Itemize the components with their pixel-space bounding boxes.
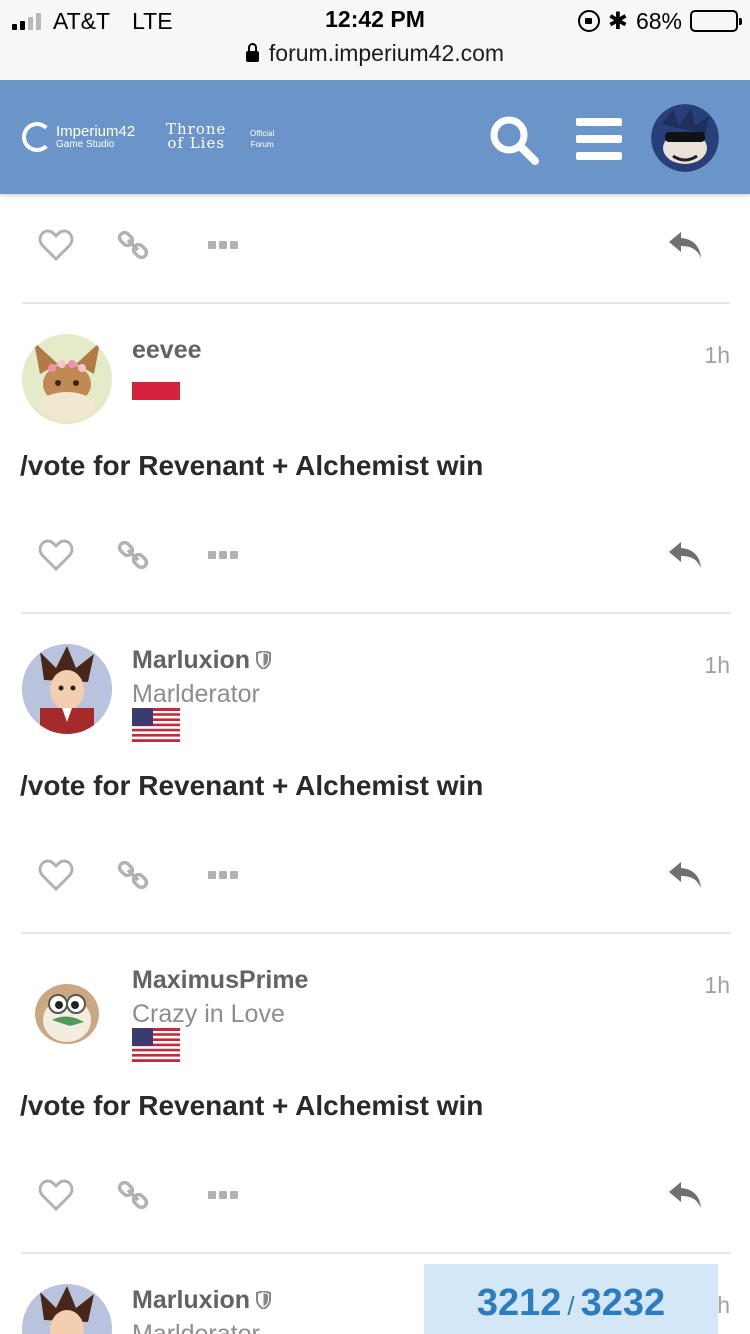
imperium42-logo[interactable]: Imperium42 Game Studio [22,122,135,152]
post-username[interactable]: Marluxion [132,646,272,675]
imperium42-logo-icon [22,122,52,152]
more-icon[interactable] [208,871,238,881]
moderator-shield-icon [256,1291,272,1309]
more-icon[interactable] [208,1191,238,1201]
heart-icon[interactable] [38,538,74,572]
link-icon[interactable] [116,228,150,262]
post-divider [22,932,730,934]
timeline-total: 3232 [580,1282,666,1324]
post-username[interactable]: Marluxion [132,1286,272,1315]
post-avatar[interactable] [22,644,112,734]
reply-icon[interactable] [667,1178,705,1212]
logo-subtitle: Game Studio [56,139,115,150]
post-avatar[interactable] [22,964,112,1054]
link-icon[interactable] [116,858,150,892]
hamburger-menu-icon[interactable] [576,118,622,160]
post-body: /vote for Revenant + Alchemist win [20,450,484,481]
logo-title: Imperium42 [56,123,136,140]
post-username[interactable]: MaximusPrime [132,966,308,995]
screen: AT&T LTE 12:42 PM ✱ 68% forum.imperium42… [0,0,750,1334]
user-title: Marlderator [132,680,260,708]
post-username[interactable]: eevee [132,336,202,365]
usa-flag-icon [132,1028,180,1062]
post-divider [22,1252,730,1254]
post-time[interactable]: 1h [704,972,730,999]
usa-flag-icon [132,708,180,742]
throne-of-lies-logo[interactable]: Throne of Lies [166,121,226,153]
user-title: Marlderator [132,1320,260,1334]
link-icon[interactable] [116,538,150,572]
heart-icon[interactable] [38,1178,74,1212]
official-line2: Forum [250,140,274,150]
username-text: eevee [132,336,202,364]
official-forum-label: Official Forum [250,128,274,150]
bluetooth-icon: ✱ [607,7,628,35]
search-icon[interactable] [488,114,540,166]
reply-icon[interactable] [667,538,705,572]
post-avatar[interactable] [22,1284,112,1334]
status-right: ✱ 68% [577,6,742,36]
timeline-progress[interactable]: 3212/3232 [424,1264,718,1334]
heart-icon[interactable] [38,228,74,262]
url-text: forum.imperium42.com [268,40,505,66]
post-actions-3 [0,1166,750,1226]
url-bar[interactable]: forum.imperium42.com [0,40,750,67]
post-divider [22,612,730,614]
moderator-shield-icon [256,651,272,669]
rotation-lock-icon [577,10,600,32]
reply-icon[interactable] [667,858,705,892]
post-body: /vote for Revenant + Alchemist win [20,1090,484,1121]
timeline-separator: / [567,1291,575,1321]
post-body: /vote for Revenant + Alchemist win [20,770,484,801]
status-bar: AT&T LTE 12:42 PM ✱ 68% forum.imperium42… [0,0,750,80]
username-text: MaximusPrime [132,966,309,994]
battery-percent: 68% [635,7,682,34]
user-title: Crazy in Love [132,1000,285,1028]
username-text: Marluxion [132,646,251,674]
user-avatar[interactable] [651,104,719,172]
post-divider [22,302,730,304]
post-time[interactable]: 1h [704,652,730,679]
more-icon[interactable] [208,241,238,251]
padlock-icon [245,43,259,62]
post-time[interactable]: 1h [704,342,730,369]
post-actions-2 [0,846,750,906]
post-avatar[interactable] [22,334,112,424]
forum-header: Imperium42 Game Studio Throne of Lies Of… [0,80,750,194]
post-actions-1 [0,526,750,586]
timeline-current: 3212 [476,1282,562,1324]
official-line1: Official [250,129,275,138]
more-icon[interactable] [208,551,238,561]
battery-icon [690,10,742,32]
game-logo-line2: of Lies [167,134,226,153]
heart-icon[interactable] [38,858,74,892]
post-actions-0 [0,216,750,276]
link-icon[interactable] [116,1178,150,1212]
username-text: Marluxion [132,1286,251,1314]
poland-flag-icon [132,382,180,400]
reply-icon[interactable] [667,228,705,262]
